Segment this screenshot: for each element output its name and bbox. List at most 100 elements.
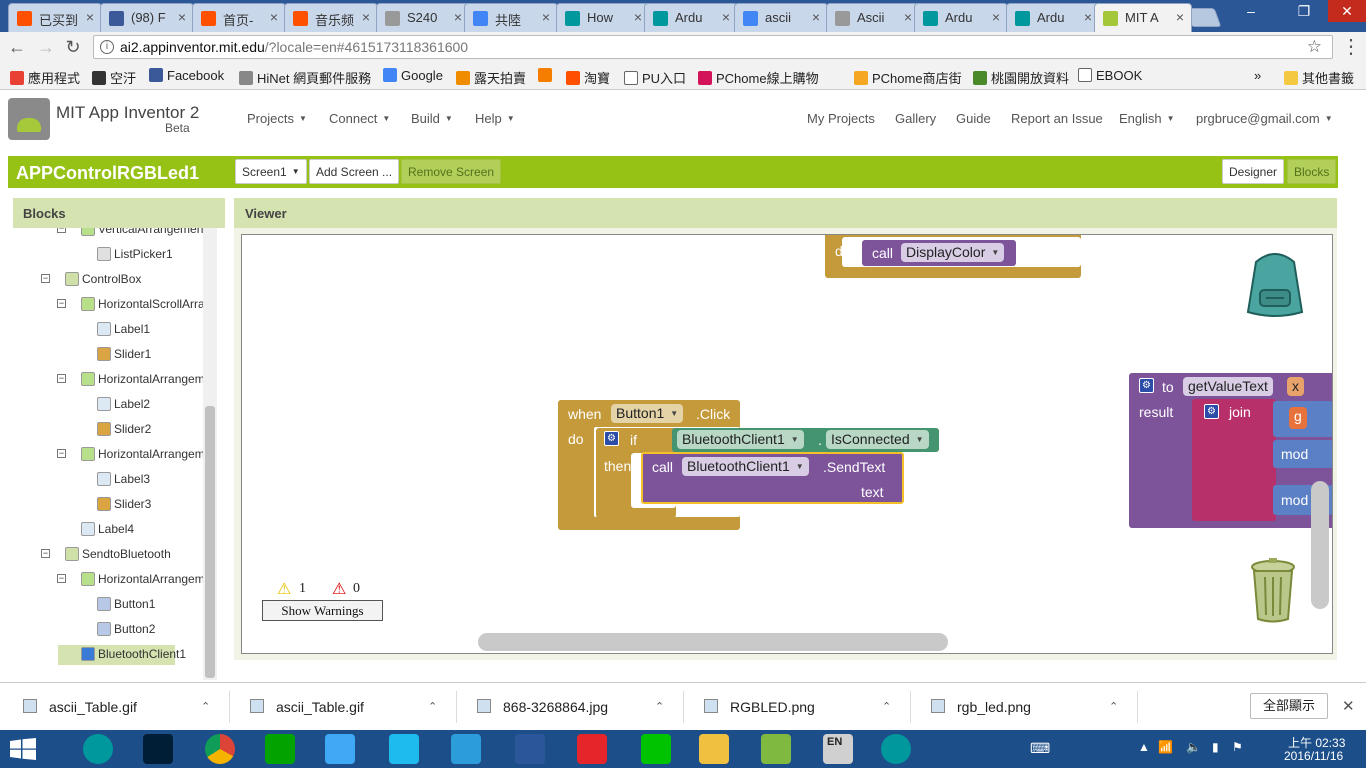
download-item[interactable]: RGBLED.png ⌃: [704, 699, 891, 715]
designer-button[interactable]: Designer: [1222, 159, 1285, 184]
download-item[interactable]: ascii_Table.gif ⌃: [23, 699, 210, 715]
download-options-icon[interactable]: ⌃: [201, 700, 210, 713]
download-options-icon[interactable]: ⌃: [1109, 700, 1118, 713]
browser-tab[interactable]: S240 ×: [376, 3, 470, 32]
start-windows-icon[interactable]: [10, 738, 36, 760]
browser-tab[interactable]: How ×: [556, 3, 650, 32]
store-icon[interactable]: [265, 734, 295, 764]
download-options-icon[interactable]: ⌃: [882, 700, 891, 713]
notepad-icon[interactable]: [761, 734, 791, 764]
onedrive-icon[interactable]: [451, 734, 481, 764]
tray-chevron-icon[interactable]: ▲: [1138, 740, 1150, 754]
tab-close-icon[interactable]: ×: [362, 9, 370, 25]
procedure-param-x[interactable]: x: [1287, 377, 1304, 396]
bookmark-item[interactable]: [538, 68, 556, 83]
line-icon[interactable]: [641, 734, 671, 764]
network-icon[interactable]: 📶: [1158, 740, 1173, 754]
tree-node[interactable]: − HorizontalScrollArrangement1: [13, 295, 217, 315]
close-window-button[interactable]: ✕: [1328, 0, 1366, 22]
browser-tab[interactable]: Ardu ×: [1006, 3, 1100, 32]
minimize-button[interactable]: –: [1234, 0, 1268, 22]
bookmarks-overflow[interactable]: »: [1254, 68, 1261, 83]
collapse-toggle-icon[interactable]: −: [57, 449, 66, 458]
tab-close-icon[interactable]: ×: [454, 9, 462, 25]
menu-help[interactable]: Help ▼: [475, 111, 515, 126]
bookmark-item[interactable]: Google: [383, 68, 443, 83]
screen-select[interactable]: Screen1 ▼: [235, 159, 307, 184]
workspace-hscrollbar[interactable]: [478, 633, 948, 651]
arduino-icon[interactable]: [881, 734, 911, 764]
blocks-workspace[interactable]: do call DisplayColor ▼ when Button1 ▼ .Cli…: [241, 234, 1333, 654]
download-options-icon[interactable]: ⌃: [655, 700, 664, 713]
keyboard-icon[interactable]: ⌨: [1030, 740, 1050, 757]
tree-node[interactable]: − VerticalArrangement1: [13, 228, 217, 240]
close-downloads-button[interactable]: ✕: [1342, 697, 1355, 715]
bookmark-star-icon[interactable]: ☆: [1307, 37, 1322, 57]
menu-projects[interactable]: Projects ▼: [247, 111, 307, 126]
collapse-toggle-icon[interactable]: −: [57, 574, 66, 583]
tab-close-icon[interactable]: ×: [722, 9, 730, 25]
tree-node[interactable]: − HorizontalArrangement1: [13, 370, 217, 390]
dictionary-icon[interactable]: EN: [823, 734, 853, 764]
if-gear-icon[interactable]: ⚙: [604, 431, 619, 446]
tab-close-icon[interactable]: ×: [178, 9, 186, 25]
button1-dropdown[interactable]: Button1 ▼: [611, 404, 684, 423]
procedure-name-field[interactable]: getValueText: [1183, 377, 1273, 396]
bookmark-item[interactable]: 應用程式: [10, 68, 80, 87]
bluetoothclient1-dropdown[interactable]: BluetoothClient1 ▼: [677, 430, 804, 449]
ie-icon[interactable]: [389, 734, 419, 764]
language-menu[interactable]: English ▼: [1119, 111, 1175, 126]
tree-node[interactable]: Slider3: [13, 495, 217, 515]
forward-button[interactable]: →: [35, 36, 57, 58]
tree-node[interactable]: Slider2: [13, 420, 217, 440]
user-menu[interactable]: prgbruce@gmail.com ▼: [1196, 111, 1333, 126]
bookmark-item[interactable]: 淘寶: [566, 68, 610, 87]
browser-tab[interactable]: 共陸 ×: [464, 3, 558, 32]
download-item[interactable]: ascii_Table.gif ⌃: [250, 699, 437, 715]
tab-close-icon[interactable]: ×: [542, 9, 550, 25]
browser-tab[interactable]: 音乐频 ×: [284, 3, 378, 32]
tree-node[interactable]: Slider1: [13, 345, 217, 365]
bookmark-item[interactable]: PU入口: [624, 68, 686, 87]
tab-close-icon[interactable]: ×: [1084, 9, 1092, 25]
clock-date[interactable]: 2016/11/16: [1284, 749, 1343, 763]
tree-node[interactable]: − ControlBox: [13, 270, 217, 290]
link-gallery[interactable]: Gallery: [895, 111, 936, 126]
tab-close-icon[interactable]: ×: [1176, 9, 1184, 25]
browser-tab[interactable]: (98) F ×: [100, 3, 194, 32]
site-info-icon[interactable]: i: [100, 40, 114, 54]
url-input[interactable]: i ai2.appinventor.mit.edu/?locale=en#461…: [93, 35, 1333, 59]
bookmark-item[interactable]: 露天拍賣: [456, 68, 526, 87]
link-guide[interactable]: Guide: [956, 111, 991, 126]
tree-node[interactable]: Label1: [13, 320, 217, 340]
messenger-icon[interactable]: [325, 734, 355, 764]
browser-menu-icon[interactable]: ⋮: [1340, 36, 1362, 58]
menu-build[interactable]: Build ▼: [411, 111, 453, 126]
tab-close-icon[interactable]: ×: [992, 9, 1000, 25]
bookmark-item[interactable]: 空汙: [92, 68, 136, 87]
trash-icon[interactable]: [1248, 557, 1298, 623]
isconnected-dropdown[interactable]: IsConnected ▼: [826, 430, 929, 449]
join-gear-icon[interactable]: ⚙: [1204, 404, 1219, 419]
maximize-button[interactable]: ❐: [1287, 0, 1321, 22]
tree-node[interactable]: − HorizontalArrangement3: [13, 570, 217, 590]
flag-icon[interactable]: ⚑: [1232, 740, 1243, 754]
app-inventor-logo-icon[interactable]: [8, 98, 50, 140]
tree-node[interactable]: Button2: [13, 620, 217, 640]
browser-tab[interactable]: MIT A ×: [1094, 3, 1192, 32]
displaycolor-dropdown[interactable]: DisplayColor ▼: [901, 243, 1005, 262]
other-bookmarks[interactable]: 其他書籤: [1284, 68, 1354, 87]
collapse-toggle-icon[interactable]: −: [41, 274, 50, 283]
collapse-toggle-icon[interactable]: −: [41, 549, 50, 558]
download-options-icon[interactable]: ⌃: [428, 700, 437, 713]
browser-tab[interactable]: ascii ×: [734, 3, 828, 32]
volume-icon[interactable]: 🔈: [1186, 740, 1201, 754]
show-warnings-button[interactable]: Show Warnings: [262, 600, 383, 621]
link-report-issue[interactable]: Report an Issue: [1011, 111, 1103, 126]
browser-tab[interactable]: 首页- ×: [192, 3, 286, 32]
tree-node[interactable]: Label3: [13, 470, 217, 490]
tree-node[interactable]: − HorizontalArrangement2: [13, 445, 217, 465]
tree-node[interactable]: BluetoothClient1: [58, 645, 186, 665]
tree-scrollbar-thumb[interactable]: [205, 406, 215, 678]
browser-tab[interactable]: Ascii ×: [826, 3, 920, 32]
